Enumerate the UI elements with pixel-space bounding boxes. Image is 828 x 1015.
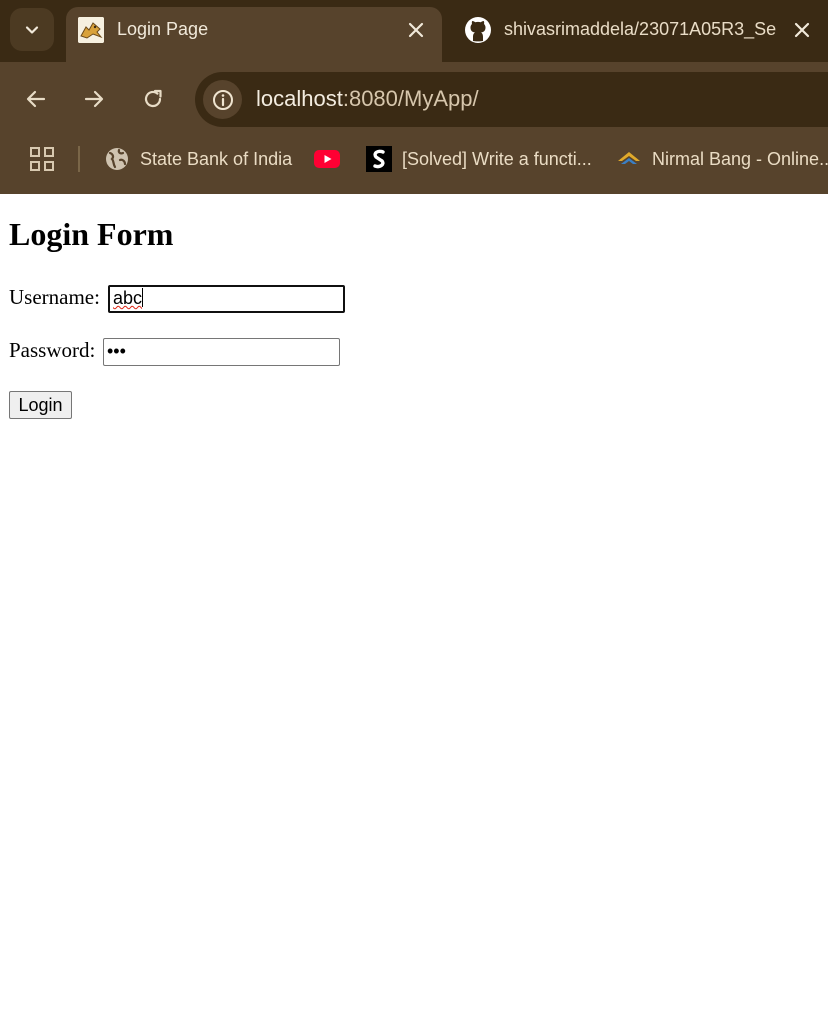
tab-github[interactable]: shivasrimaddela/23071A05R3_Serv — [456, 7, 828, 55]
bookmark-label: Nirmal Bang - Online... — [652, 148, 828, 169]
bookmark-label: State Bank of India — [140, 148, 293, 169]
chevron-down-icon — [25, 25, 39, 34]
close-icon — [794, 22, 810, 38]
forward-button[interactable] — [75, 80, 113, 118]
tab-login-page[interactable]: Login Page — [66, 7, 442, 63]
youtube-icon — [314, 146, 340, 172]
bookmark-state-bank[interactable]: State Bank of India — [104, 142, 292, 176]
tab-title: shivasrimaddela/23071A05R3_Serv — [504, 19, 776, 39]
username-input[interactable]: abc — [108, 285, 345, 313]
tab-search-button[interactable] — [10, 8, 54, 51]
site-info-button[interactable] — [203, 80, 242, 119]
back-button[interactable] — [17, 80, 55, 118]
url-text[interactable]: localhost:8080/MyApp/ — [256, 86, 479, 112]
close-tab-button[interactable] — [790, 18, 814, 42]
bookmark-solved[interactable]: [Solved] Write a functi... — [366, 142, 592, 176]
arrow-right-icon — [84, 90, 104, 108]
url-host: localhost — [256, 86, 343, 111]
bookmark-nirmal-bang[interactable]: Nirmal Bang - Online... — [616, 142, 828, 176]
page-content: Login Form Username: abc Password: ••• L… — [0, 194, 828, 1015]
tab-title: Login Page — [117, 19, 209, 39]
tomcat-favicon-icon — [78, 17, 104, 43]
reload-icon — [144, 89, 162, 108]
password-input[interactable]: ••• — [103, 338, 340, 366]
close-tab-button[interactable] — [404, 18, 428, 42]
apps-button[interactable] — [23, 140, 61, 178]
username-label: Username: — [9, 285, 100, 309]
arrow-left-icon — [26, 90, 46, 108]
info-icon — [212, 89, 233, 110]
sololearn-icon — [366, 146, 392, 172]
github-icon — [464, 16, 492, 44]
reload-button[interactable] — [134, 80, 172, 118]
password-label: Password: — [9, 338, 96, 362]
password-dots: ••• — [107, 341, 126, 361]
page-title: Login Form — [9, 216, 174, 252]
close-icon — [408, 22, 424, 38]
apps-grid-icon — [30, 147, 54, 171]
username-value: abc — [113, 288, 143, 308]
text-caret — [142, 288, 144, 307]
nirmal-bang-icon — [616, 146, 642, 172]
bookmark-label: [Solved] Write a functi... — [402, 148, 592, 169]
login-button[interactable]: Login — [9, 391, 72, 419]
address-bar[interactable]: localhost:8080/MyApp/ — [195, 72, 828, 127]
url-path: :8080/MyApp/ — [342, 86, 479, 111]
bookmark-youtube[interactable] — [314, 142, 340, 176]
tab-strip: Login Page shivasrimaddela/23071A05R3_Se… — [0, 0, 828, 63]
browser-chrome: Login Page shivasrimaddela/23071A05R3_Se… — [0, 0, 828, 194]
globe-icon — [104, 146, 130, 172]
bookmarks-divider — [78, 146, 80, 172]
